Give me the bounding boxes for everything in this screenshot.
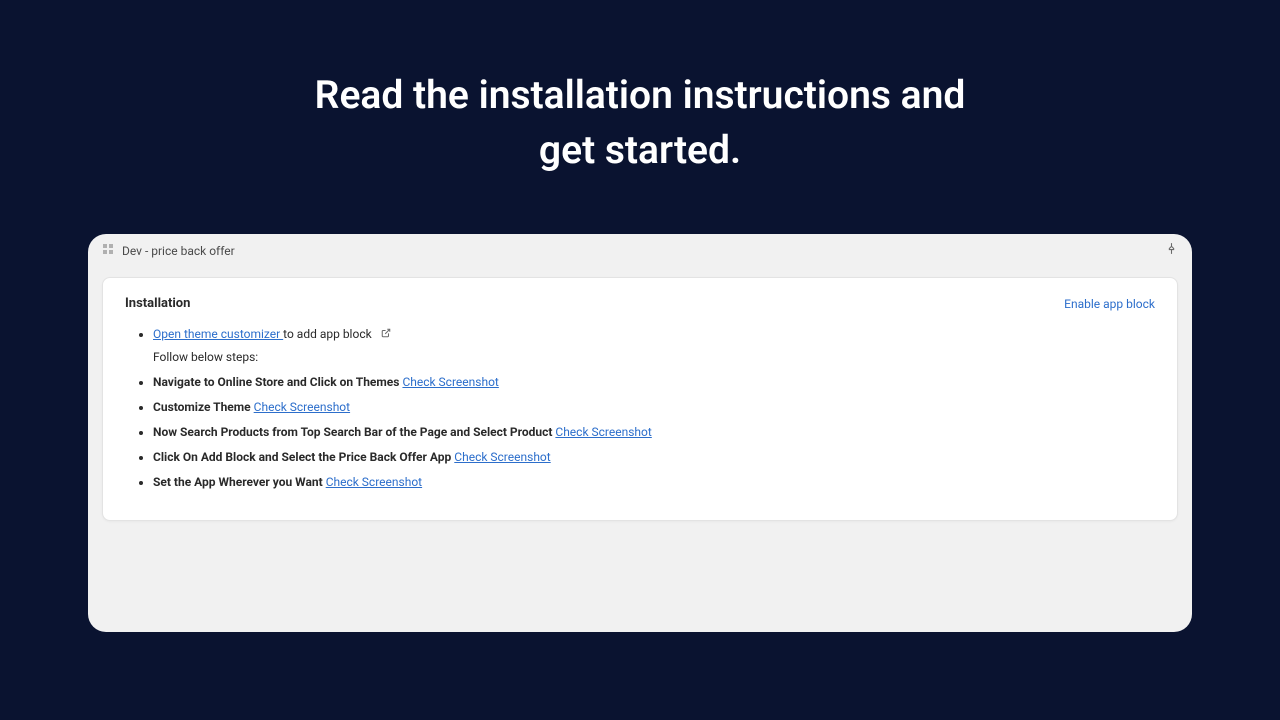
check-screenshot-link-5[interactable]: Check Screenshot [326,475,422,489]
check-screenshot-link-4[interactable]: Check Screenshot [454,450,550,464]
step-navigate-themes: Navigate to Online Store and Click on Th… [153,373,1155,391]
page-title-line2: get started. [539,127,741,173]
step-5-text: Set the App Wherever you Want [153,475,323,489]
app-title: Dev - price back offer [122,244,235,258]
step-search-products: Now Search Products from Top Search Bar … [153,423,1155,441]
step-4-text: Click On Add Block and Select the Price … [153,450,451,464]
page-title-line1: Read the installation instructions and [315,72,966,118]
open-theme-customizer-link[interactable]: Open theme customizer [153,327,283,341]
app-header-left: Dev - price back offer [102,243,235,258]
step-add-block: Click On Add Block and Select the Price … [153,448,1155,466]
open-customizer-suffix: to add app block [283,327,372,341]
step-open-customizer: Open theme customizer to add app block F… [153,325,1155,366]
card-title: Installation [125,296,190,311]
step-3-text: Now Search Products from Top Search Bar … [153,425,552,439]
external-link-icon [381,327,391,344]
step-customize-theme: Customize Theme Check Screenshot [153,398,1155,416]
app-header: Dev - price back offer [88,234,1192,265]
steps-list: Open theme customizer to add app block F… [125,325,1155,491]
step-2-text: Customize Theme [153,400,251,414]
pin-icon[interactable] [1165,242,1178,259]
installation-card: Installation Enable app block Open theme… [102,277,1178,521]
app-window: Dev - price back offer Installation Enab… [88,234,1192,632]
follow-steps-label: Follow below steps: [153,348,1155,366]
check-screenshot-link-3[interactable]: Check Screenshot [555,425,651,439]
step-1-text: Navigate to Online Store and Click on Th… [153,375,399,389]
step-set-app: Set the App Wherever you Want Check Scre… [153,473,1155,491]
app-logo-icon [102,243,114,258]
card-header: Installation Enable app block [125,296,1155,311]
enable-app-block-link[interactable]: Enable app block [1064,297,1155,311]
page-title: Read the installation instructions and g… [0,0,1280,177]
check-screenshot-link-2[interactable]: Check Screenshot [254,400,350,414]
check-screenshot-link-1[interactable]: Check Screenshot [402,375,498,389]
